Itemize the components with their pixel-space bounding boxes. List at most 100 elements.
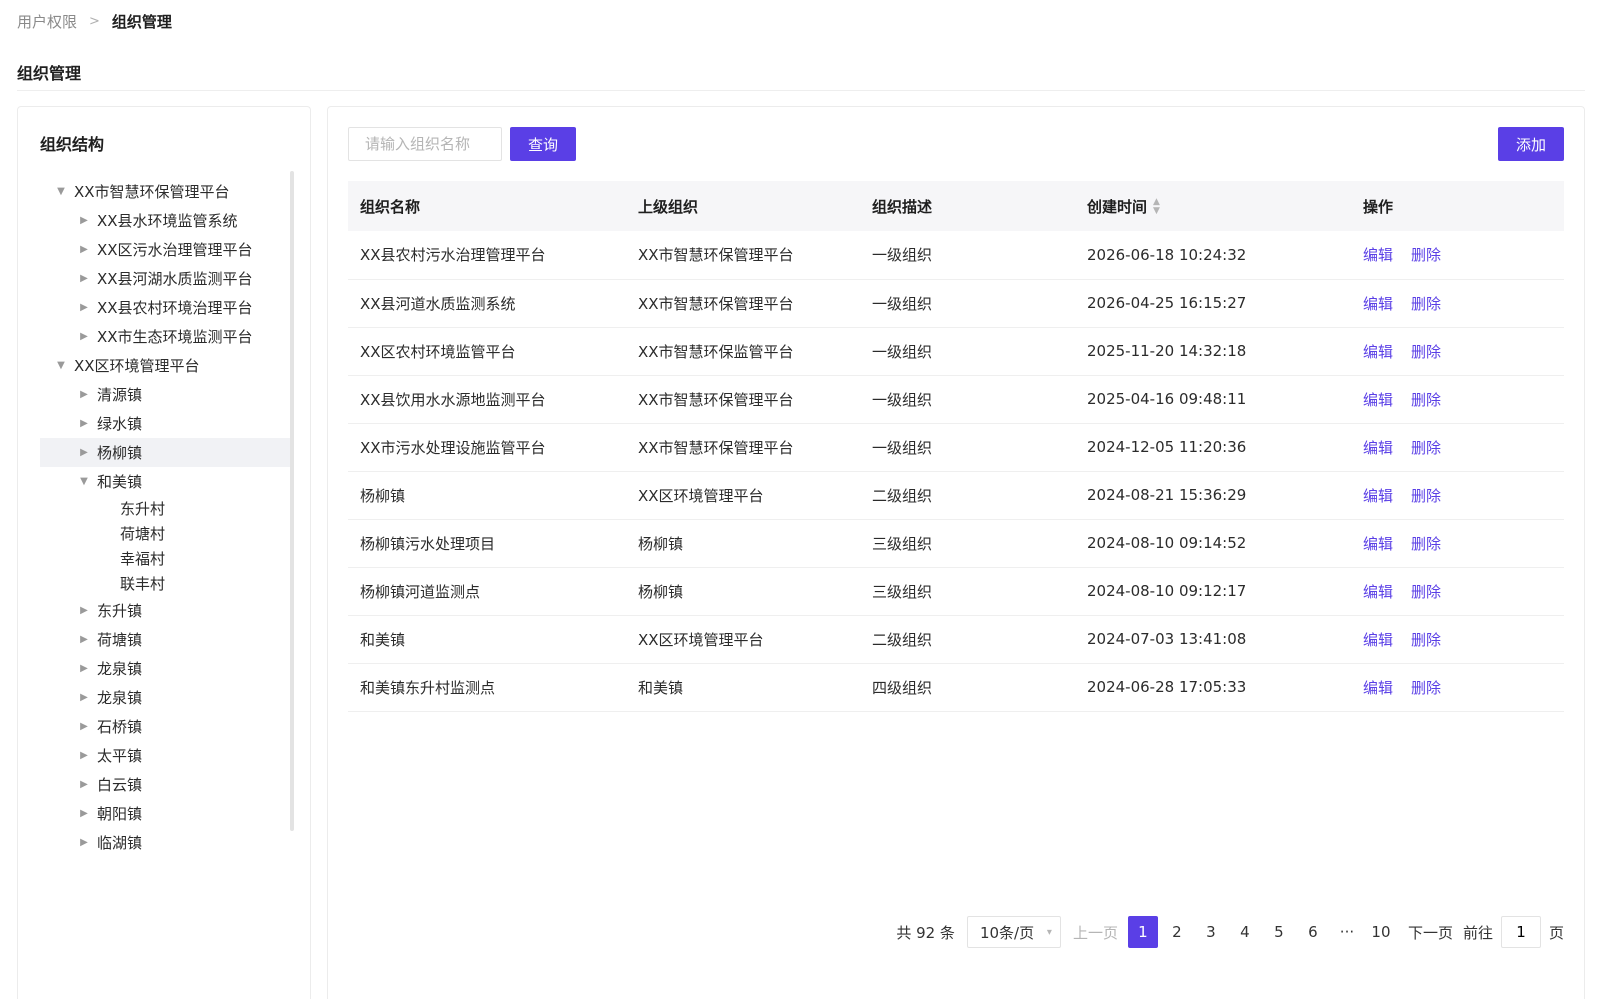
delete-link[interactable]: 删除 [1411,343,1441,361]
tree-node-label: XX区环境管理平台 [74,357,200,375]
edit-link[interactable]: 编辑 [1363,583,1393,601]
tree-node[interactable]: ▼ 和美镇 [40,467,290,496]
tree-node[interactable]: 东升村 [40,496,290,521]
page-number-button[interactable]: 10 [1366,916,1396,948]
delete-link[interactable]: 删除 [1411,295,1441,313]
goto-label: 前往 [1462,923,1493,942]
caret-right-icon[interactable]: ▶ [75,750,93,761]
caret-right-icon[interactable]: ▶ [75,605,93,616]
caret-right-icon[interactable]: ▶ [75,808,93,819]
prev-page-button[interactable]: 上一页 [1073,922,1118,943]
cell-name: XX市污水处理设施监管平台 [348,423,626,472]
tree-scrollbar[interactable] [290,171,294,831]
cell-created: 2024-06-28 17:05:33 [1075,663,1351,712]
tree-node[interactable]: ▶ 石桥镇 [40,712,290,741]
caret-right-icon[interactable]: ▶ [75,244,93,255]
tree-node[interactable]: 幸福村 [40,546,290,571]
edit-link[interactable]: 编辑 [1363,631,1393,649]
cell-actions: 编辑 删除 [1351,231,1564,280]
tree-node[interactable]: ▶ XX县农村环境治理平台 [40,293,290,322]
delete-link[interactable]: 删除 [1411,583,1441,601]
tree-node[interactable]: ▶ 东升镇 [40,596,290,625]
caret-right-icon[interactable]: ▶ [75,215,93,226]
delete-link[interactable]: 删除 [1411,631,1441,649]
search-input[interactable] [348,127,502,161]
caret-right-icon[interactable]: ▶ [75,389,93,400]
tree-node[interactable]: ▶ 临湖镇 [40,828,290,857]
caret-down-icon[interactable]: ▼ [75,476,93,487]
caret-right-icon[interactable]: ▶ [75,779,93,790]
edit-link[interactable]: 编辑 [1363,246,1393,264]
tree-node-label: XX县河湖水质监测平台 [97,270,253,288]
page-number-button[interactable]: 6 [1298,916,1328,948]
caret-right-icon[interactable]: ▶ [75,447,93,458]
page-title: 组织管理 [17,64,82,83]
page-number-button[interactable]: 2 [1162,916,1192,948]
tree-node[interactable]: ▶ 太平镇 [40,741,290,770]
edit-link[interactable]: 编辑 [1363,679,1393,697]
tree-node[interactable]: 联丰村 [40,571,290,596]
delete-link[interactable]: 删除 [1411,246,1441,264]
caret-down-icon[interactable]: ▼ [52,186,70,197]
sort-icon[interactable]: ▲ ▼ [1153,198,1160,216]
tree-node[interactable]: ▶ XX县水环境监管系统 [40,206,290,235]
page-size-select[interactable]: 10条/页 ▾ [966,916,1061,948]
caret-right-icon[interactable]: ▶ [75,837,93,848]
edit-link[interactable]: 编辑 [1363,487,1393,505]
edit-link[interactable]: 编辑 [1363,391,1393,409]
cell-created: 2026-04-25 16:15:27 [1075,279,1351,328]
delete-link[interactable]: 删除 [1411,487,1441,505]
caret-right-icon[interactable]: ▶ [75,273,93,284]
cell-parent: XX市智慧环保管理平台 [626,423,860,472]
caret-right-icon[interactable]: ▶ [75,721,93,732]
edit-link[interactable]: 编辑 [1363,439,1393,457]
caret-right-icon[interactable]: ▶ [75,331,93,342]
tree-node[interactable]: ▶ 杨柳镇 [40,438,290,467]
tree-node[interactable]: ▶ 朝阳镇 [40,799,290,828]
edit-link[interactable]: 编辑 [1363,343,1393,361]
caret-right-icon[interactable]: ▶ [75,663,93,674]
cell-name: 杨柳镇 [348,471,626,520]
column-header-parent: 上级组织 [626,181,860,231]
query-button[interactable]: 查询 [510,127,576,161]
divider [17,90,1585,91]
cell-desc: 一级组织 [860,231,1075,280]
delete-link[interactable]: 删除 [1411,679,1441,697]
delete-link[interactable]: 删除 [1411,439,1441,457]
page-number-button[interactable]: 4 [1230,916,1260,948]
table-row: XX县饮用水水源地监测平台 XX市智慧环保管理平台 一级组织 2025-04-16 0… [348,375,1564,424]
delete-link[interactable]: 删除 [1411,535,1441,553]
caret-right-icon[interactable]: ▶ [75,634,93,645]
edit-link[interactable]: 编辑 [1363,295,1393,313]
tree-node[interactable]: ▶ XX区污水治理管理平台 [40,235,290,264]
edit-link[interactable]: 编辑 [1363,535,1393,553]
goto-page-input[interactable] [1500,916,1541,948]
caret-right-icon[interactable]: ▶ [75,692,93,703]
add-button[interactable]: 添加 [1498,127,1564,161]
tree-node[interactable]: ▶ 荷塘镇 [40,625,290,654]
caret-down-icon[interactable]: ▼ [52,360,70,371]
column-header-created[interactable]: 创建时间 ▲ ▼ [1075,181,1351,231]
tree-node[interactable]: ▶ 清源镇 [40,380,290,409]
tree-node[interactable]: ▶ 白云镇 [40,770,290,799]
breadcrumb-parent[interactable]: 用户权限 [17,11,77,32]
page-number-button[interactable]: 5 [1264,916,1294,948]
delete-link[interactable]: 删除 [1411,391,1441,409]
next-page-button[interactable]: 下一页 [1408,922,1453,943]
tree-node[interactable]: ▼ XX市智慧环保管理平台 [40,177,290,206]
cell-created: 2024-12-05 11:20:36 [1075,423,1351,472]
tree-node[interactable]: ▶ 龙泉镇 [40,683,290,712]
tree-node[interactable]: ▶ XX县河湖水质监测平台 [40,264,290,293]
more-pages-icon[interactable]: ··· [1332,916,1362,948]
cell-actions: 编辑 删除 [1351,375,1564,424]
page-number-button[interactable]: 1 [1127,916,1158,948]
tree-node[interactable]: ▼ XX区环境管理平台 [40,351,290,380]
tree-node[interactable]: ▶ 绿水镇 [40,409,290,438]
tree-node-label: 临湖镇 [97,834,143,852]
caret-right-icon[interactable]: ▶ [75,302,93,313]
tree-node[interactable]: 荷塘村 [40,521,290,546]
tree-node[interactable]: ▶ XX市生态环境监测平台 [40,322,290,351]
caret-right-icon[interactable]: ▶ [75,418,93,429]
page-number-button[interactable]: 3 [1196,916,1226,948]
tree-node[interactable]: ▶ 龙泉镇 [40,654,290,683]
